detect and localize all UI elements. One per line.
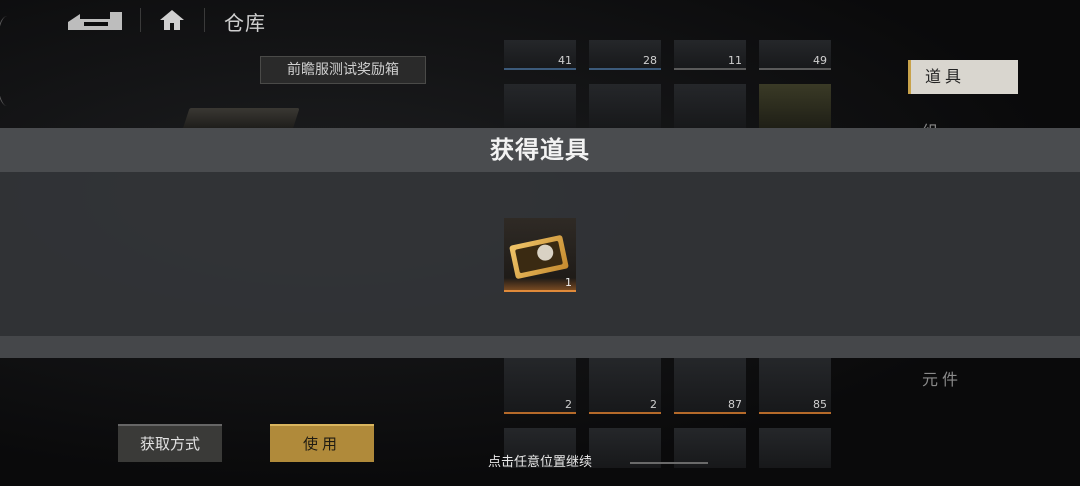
ticket-icon [509, 234, 569, 280]
home-button[interactable] [158, 8, 186, 32]
inventory-slot[interactable] [504, 84, 576, 128]
modal-title: 获得道具 [0, 128, 1080, 172]
divider [204, 8, 205, 32]
slot-count: 11 [728, 54, 742, 67]
slot-count: 28 [643, 54, 657, 67]
category-tab-components[interactable]: 元件 [922, 366, 962, 390]
slot-count: 2 [650, 398, 657, 411]
reward-count: 1 [565, 276, 572, 289]
slot-count: 41 [558, 54, 572, 67]
inventory-slot[interactable]: 49 [759, 40, 831, 70]
inventory-slot[interactable]: 11 [674, 40, 746, 70]
page-title: 仓库 [224, 11, 266, 35]
item-name-tag: 前瞻服测试奖励箱 [260, 56, 426, 84]
home-icon [160, 10, 184, 30]
slot-rarity-bar [759, 68, 831, 70]
divider [140, 8, 141, 32]
top-bar: 仓库 [0, 0, 1080, 40]
slot-count: 49 [813, 54, 827, 67]
slot-rarity-bar [504, 68, 576, 70]
slot-rarity-bar [759, 412, 831, 414]
inventory-slot[interactable] [589, 84, 661, 128]
reward-rarity-bar [504, 290, 576, 292]
hint-divider [630, 462, 708, 464]
slot-rarity-bar [589, 412, 661, 414]
inventory-slot[interactable] [674, 84, 746, 128]
slot-rarity-bar [504, 412, 576, 414]
inventory-slot[interactable]: 85 [759, 358, 831, 414]
slot-rarity-bar [674, 68, 746, 70]
slot-count: 87 [728, 398, 742, 411]
inventory-slot[interactable]: 41 [504, 40, 576, 70]
back-arrow-icon [68, 12, 122, 30]
inventory-slot[interactable]: 2 [504, 358, 576, 414]
inventory-slot[interactable]: 87 [674, 358, 746, 414]
reward-item-slot[interactable]: 1 [504, 218, 576, 292]
slot-rarity-bar [674, 412, 746, 414]
slot-count: 85 [813, 398, 827, 411]
item-preview-image [182, 108, 300, 130]
continue-hint[interactable]: 点击任意位置继续 [0, 451, 1080, 470]
inventory-slot[interactable]: 28 [589, 40, 661, 70]
slot-count: 2 [565, 398, 572, 411]
slot-rarity-bar [589, 68, 661, 70]
modal-footer [0, 336, 1080, 358]
category-tab-items[interactable]: 道具 [908, 60, 1018, 94]
inventory-slot[interactable]: 2 [589, 358, 661, 414]
back-button[interactable] [66, 8, 126, 32]
inventory-slot[interactable] [759, 84, 831, 128]
